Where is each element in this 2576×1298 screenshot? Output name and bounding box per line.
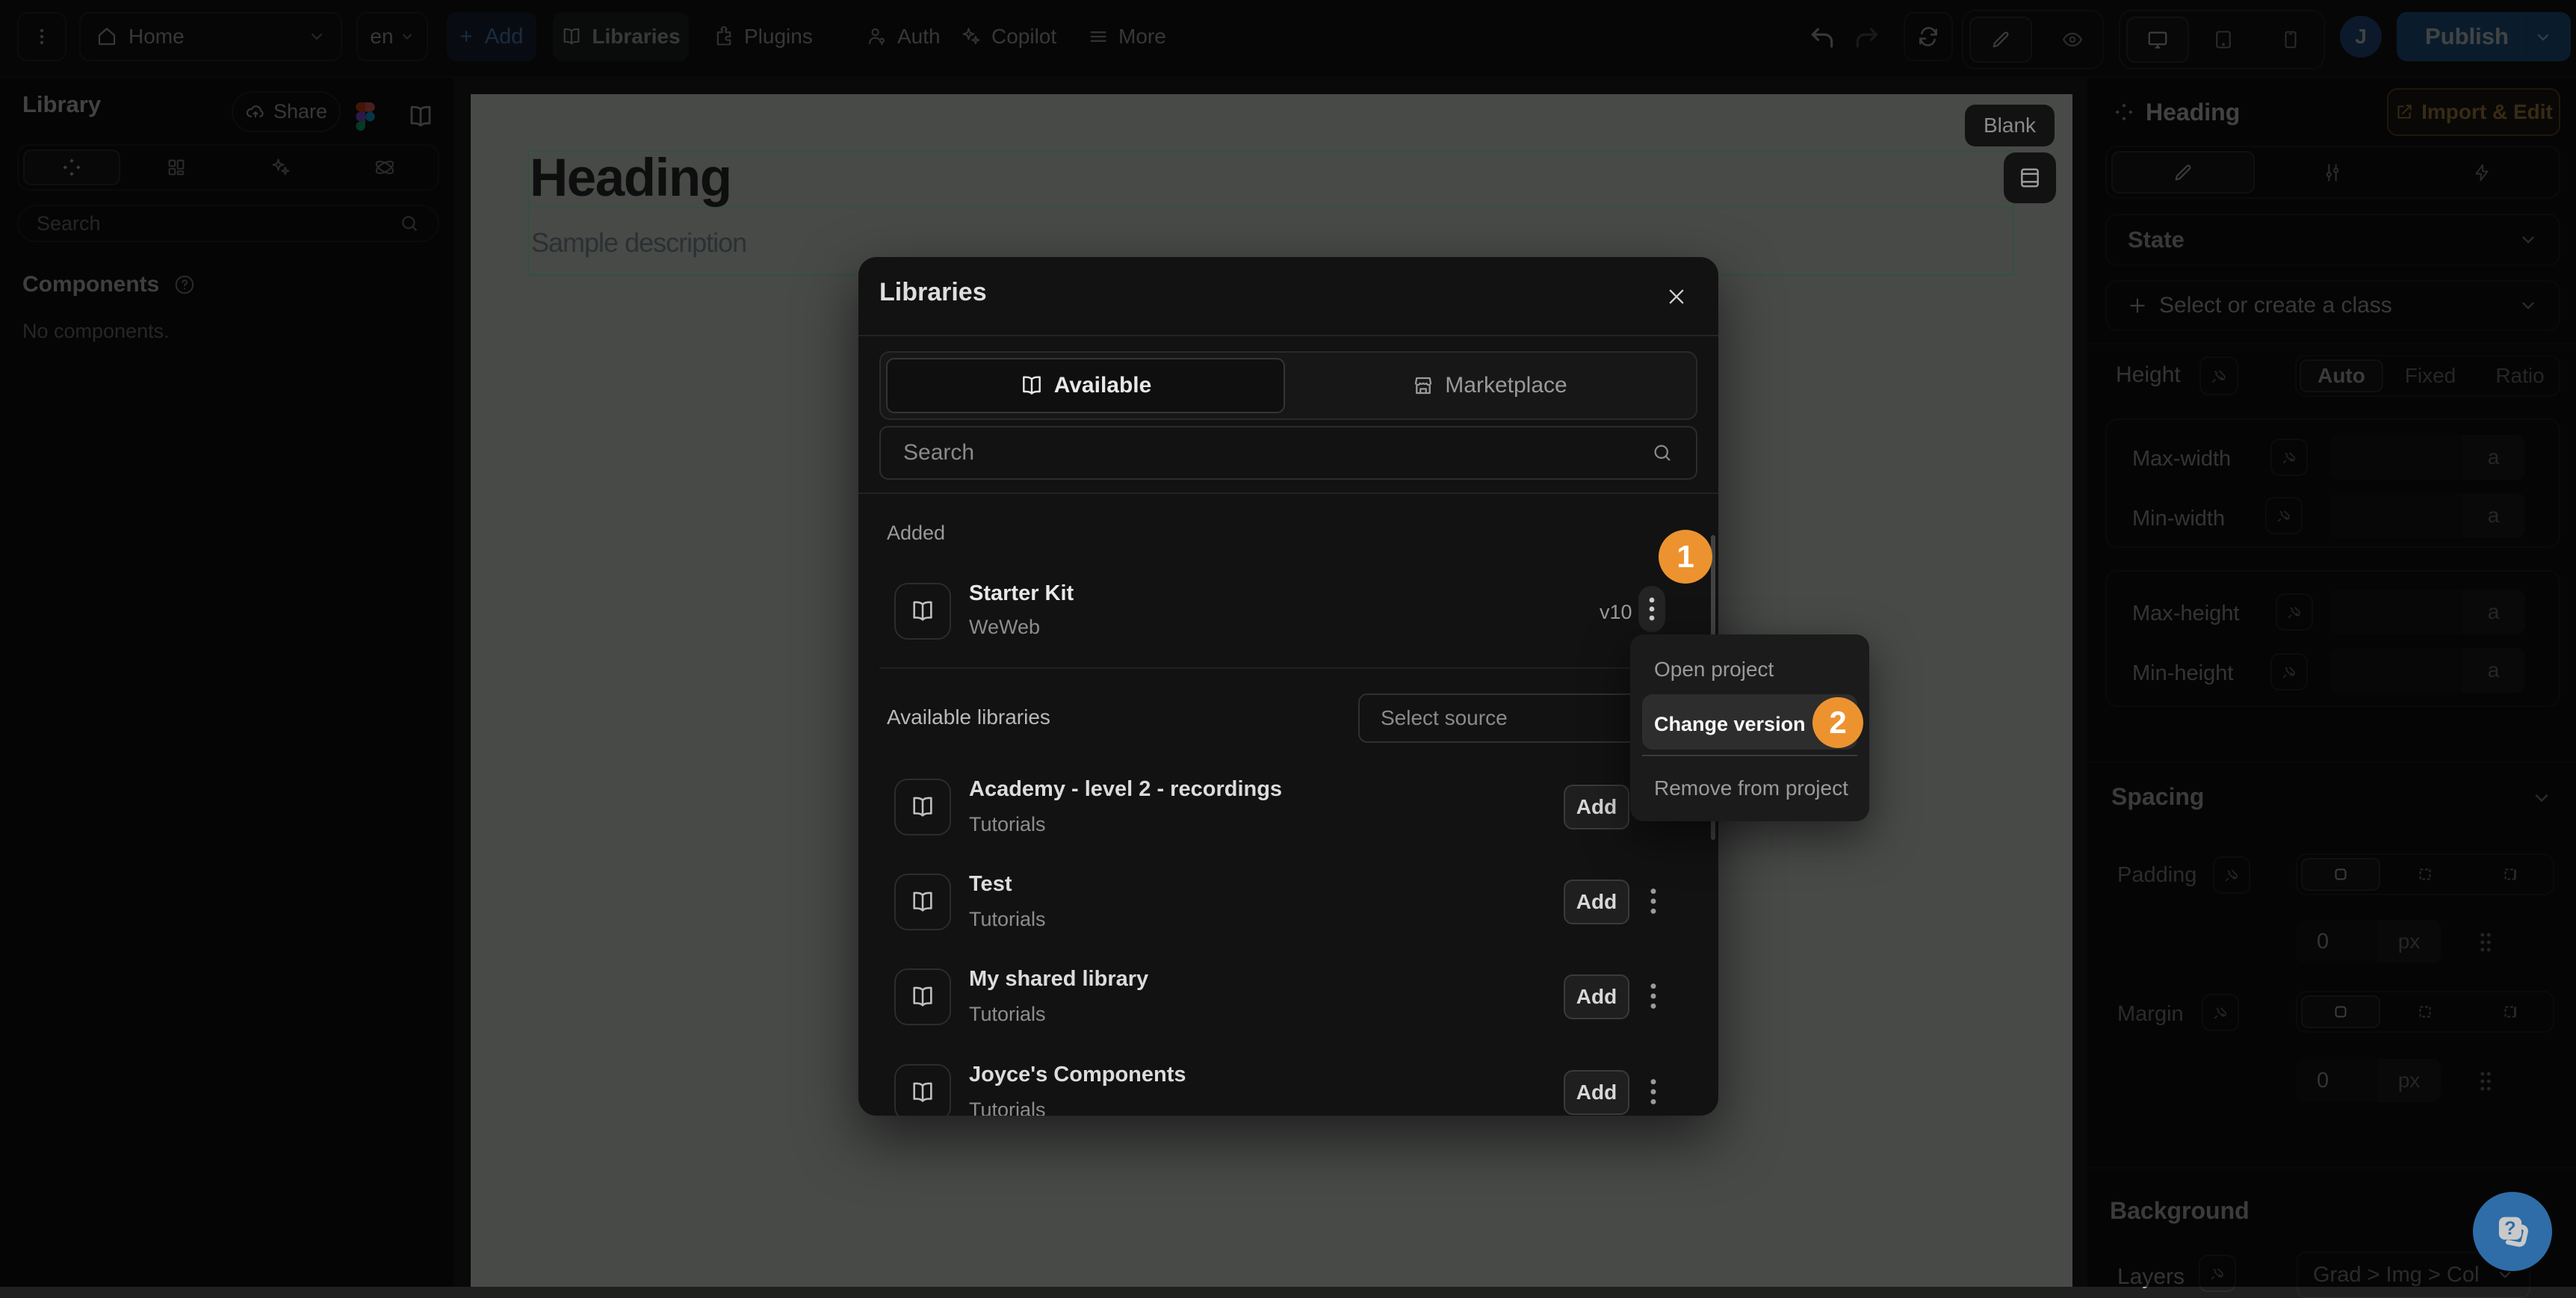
svg-text:?: ? <box>2504 1218 2516 1239</box>
